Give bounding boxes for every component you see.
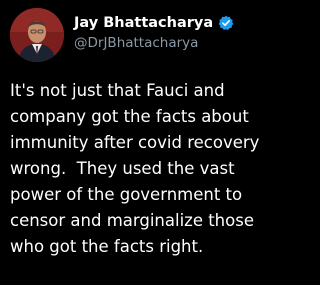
tweet-text-line: wrong. They used the vast: [10, 159, 235, 178]
tweet-header: Jay Bhattacharya @DrJBhattacharya: [10, 8, 290, 62]
tweet-text-line: power of the government to: [10, 185, 243, 204]
verified-badge-icon: [218, 15, 234, 31]
avatar[interactable]: [10, 8, 64, 62]
tweet-text: It's not just that Fauci and company got…: [10, 78, 296, 260]
user-handle[interactable]: @DrJBhattacharya: [74, 35, 198, 51]
tweet-text-line: It's not just that Fauci and: [10, 81, 225, 100]
tweet-text-line: immunity after covid recovery: [10, 133, 260, 152]
name-row: Jay Bhattacharya: [74, 13, 234, 33]
tweet-text-line: who got the facts right.: [10, 237, 204, 256]
tweet-text-line: company got the facts about: [10, 107, 249, 126]
tweet-text-line: censor and marginalize those: [10, 211, 254, 230]
profile-photo-icon: [10, 8, 64, 62]
display-name[interactable]: Jay Bhattacharya: [74, 15, 213, 31]
tweet-card: Jay Bhattacharya @DrJBhattacharya It's n…: [0, 0, 300, 285]
